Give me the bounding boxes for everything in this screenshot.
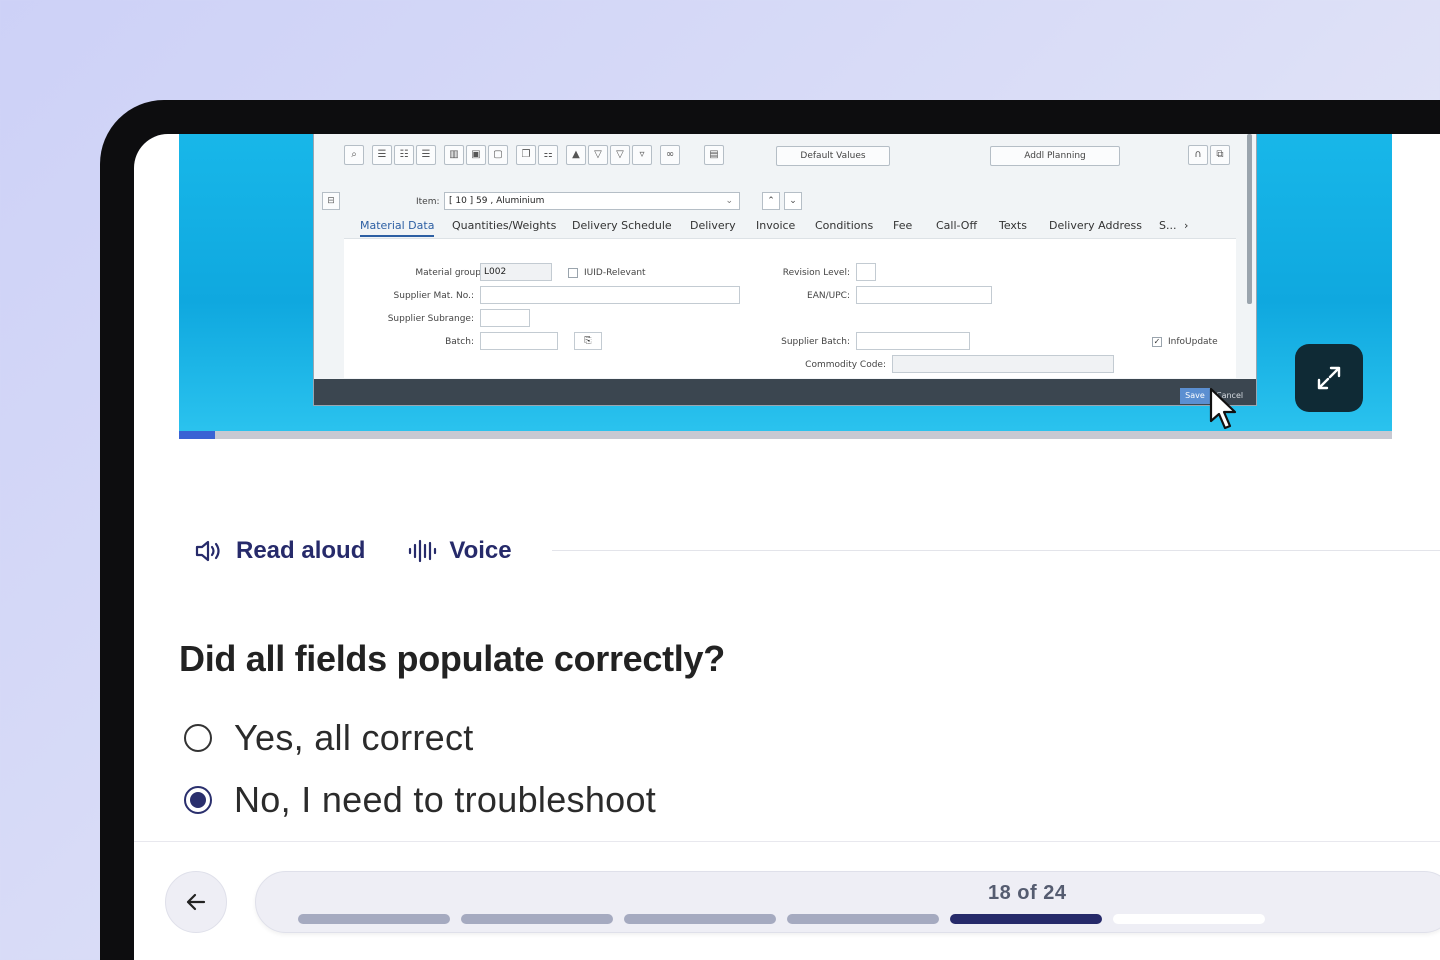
supplier-subrange-label: Supplier Subrange:: [387, 314, 474, 324]
sap-window: ⌕ ☰ ☷ ☰ ▥ ▣ ▢ ❐ ⚏ ▲ ▽ ▽ ▿ ∞ ▤ ∩ ⧉ Defaul…: [313, 134, 1257, 406]
save-button[interactable]: Save: [1180, 388, 1210, 404]
chevron-down-icon: ⌄: [784, 192, 802, 210]
video-progress-fill: [179, 431, 216, 439]
revision-level-label: Revision Level:: [782, 268, 850, 278]
tab-delivery-address[interactable]: Delivery Address: [1049, 219, 1142, 232]
material-group-field[interactable]: L002: [480, 263, 552, 281]
supplier-mat-no-field[interactable]: [480, 286, 740, 304]
video-progress-bar[interactable]: [179, 431, 1392, 439]
batch-field[interactable]: [480, 332, 558, 350]
option-label: Yes, all correct: [234, 717, 474, 758]
tab-delivery[interactable]: Delivery: [690, 219, 736, 232]
sort-down-icon: ▽: [588, 145, 608, 165]
voice-label: Voice: [449, 537, 512, 564]
progress-segment: [1113, 914, 1265, 924]
video-player[interactable]: ⌕ ☰ ☷ ☰ ▥ ▣ ▢ ❐ ⚏ ▲ ▽ ▽ ▿ ∞ ▤ ∩ ⧉ Defaul…: [179, 134, 1392, 439]
progress-segment: [950, 914, 1102, 924]
sap-footer: [314, 379, 1256, 405]
list-check-icon: ☷: [394, 145, 414, 165]
delete-icon: ▥: [444, 145, 464, 165]
progress-segment: [787, 914, 939, 924]
copy-icon: ❐: [516, 145, 536, 165]
ean-upc-label: EAN/UPC:: [807, 291, 850, 301]
zoom-icon: ⌕: [344, 145, 364, 165]
item-select[interactable]: [ 10 ] 59 , Aluminium ⌄: [444, 192, 740, 210]
option-label: No, I need to troubleshoot: [234, 779, 657, 820]
audio-controls: Read aloud Voice: [194, 534, 554, 568]
supplier-subrange-field[interactable]: [480, 309, 530, 327]
material-group-label: Material group:: [415, 268, 484, 278]
tab-invoice[interactable]: Invoice: [756, 219, 795, 232]
radio-button-selected[interactable]: [184, 786, 212, 814]
item-label: Item:: [416, 197, 440, 207]
tab-delivery-schedule[interactable]: Delivery Schedule: [572, 219, 672, 232]
info-update-label: InfoUpdate: [1168, 337, 1218, 347]
item-value: [ 10 ] 59 , Aluminium: [449, 196, 545, 206]
chevron-up-icon: ⌃: [762, 192, 780, 210]
tab-more[interactable]: S...: [1159, 219, 1176, 232]
radio-dot: [190, 792, 206, 808]
list-indent-icon: ☰: [416, 145, 436, 165]
material-data-panel: Material group: L002 IUID-Relevant Revis…: [344, 238, 1236, 378]
default-values-button[interactable]: Default Values: [776, 146, 890, 166]
progress-segment: [624, 914, 776, 924]
link-icon: ∞: [660, 145, 680, 165]
arrow-left-icon: [186, 893, 206, 911]
read-aloud-button[interactable]: Read aloud: [194, 537, 365, 565]
progress-segment: [298, 914, 450, 924]
item-row: Item: [ 10 ] 59 , Aluminium ⌄ ⌃ ⌄: [314, 192, 1254, 212]
supplier-batch-label: Supplier Batch:: [781, 337, 850, 347]
radio-button[interactable]: [184, 724, 212, 752]
expand-button[interactable]: [1295, 344, 1363, 412]
revision-level-field[interactable]: [856, 263, 876, 281]
expand-icon: [1317, 366, 1341, 390]
tab-conditions[interactable]: Conditions: [815, 219, 873, 232]
batch-label: Batch:: [445, 337, 474, 347]
headset-icon: ∩: [1188, 145, 1208, 165]
ean-upc-field[interactable]: [856, 286, 992, 304]
batch-copy-icon[interactable]: ⎘: [574, 332, 602, 350]
chevron-down-icon: ⌄: [725, 196, 733, 206]
tab-call-off[interactable]: Call-Off: [936, 219, 977, 232]
addl-planning-button[interactable]: Addl Planning: [990, 146, 1120, 166]
voice-button[interactable]: Voice: [407, 537, 512, 565]
commodity-code-label: Commodity Code:: [805, 360, 886, 370]
question-title: Did all fields populate correctly?: [179, 638, 725, 679]
lock-icon: ▣: [466, 145, 486, 165]
option-yes[interactable]: Yes, all correct: [184, 717, 474, 759]
option-no[interactable]: No, I need to troubleshoot: [184, 779, 656, 821]
speaker-icon: [195, 540, 220, 562]
controls-divider: [552, 550, 1440, 551]
chevron-right-icon[interactable]: ›: [1184, 219, 1188, 232]
tab-fee[interactable]: Fee: [893, 219, 912, 232]
step-progress: 18 of 24: [255, 871, 1440, 933]
unlock-icon: ▢: [488, 145, 508, 165]
commodity-code-field[interactable]: [892, 355, 1114, 373]
cursor-icon: [1209, 387, 1237, 430]
supplier-batch-field[interactable]: [856, 332, 970, 350]
sort-up-icon: ▲: [566, 145, 586, 165]
back-button[interactable]: [165, 871, 227, 933]
info-update-checkbox[interactable]: ✓: [1152, 337, 1162, 347]
step-counter: 18 of 24: [988, 882, 1067, 904]
settings-icon: ⧉: [1210, 145, 1230, 165]
footer-divider: [134, 841, 1440, 842]
list-icon: ☰: [372, 145, 392, 165]
filter-clear-icon: ▿: [632, 145, 652, 165]
tab-texts[interactable]: Texts: [999, 219, 1027, 232]
tab-quantities-weights[interactable]: Quantities/Weights: [452, 219, 556, 232]
tab-material-data[interactable]: Material Data: [360, 219, 435, 237]
progress-segment: [461, 914, 613, 924]
document-icon: ▤: [704, 145, 724, 165]
structure-icon: ⚏: [538, 145, 558, 165]
iuid-label: IUID-Relevant: [584, 268, 646, 278]
screen: ⌕ ☰ ☷ ☰ ▥ ▣ ▢ ❐ ⚏ ▲ ▽ ▽ ▿ ∞ ▤ ∩ ⧉ Defaul…: [134, 134, 1440, 960]
device-frame: ⌕ ☰ ☷ ☰ ▥ ▣ ▢ ❐ ⚏ ▲ ▽ ▽ ▿ ∞ ▤ ∩ ⧉ Defaul…: [100, 100, 1440, 960]
waveform-icon: [409, 539, 437, 563]
filter-icon: ▽: [610, 145, 630, 165]
supplier-mat-no-label: Supplier Mat. No.:: [393, 291, 474, 301]
iuid-checkbox[interactable]: [568, 268, 578, 278]
read-aloud-label: Read aloud: [236, 537, 366, 564]
